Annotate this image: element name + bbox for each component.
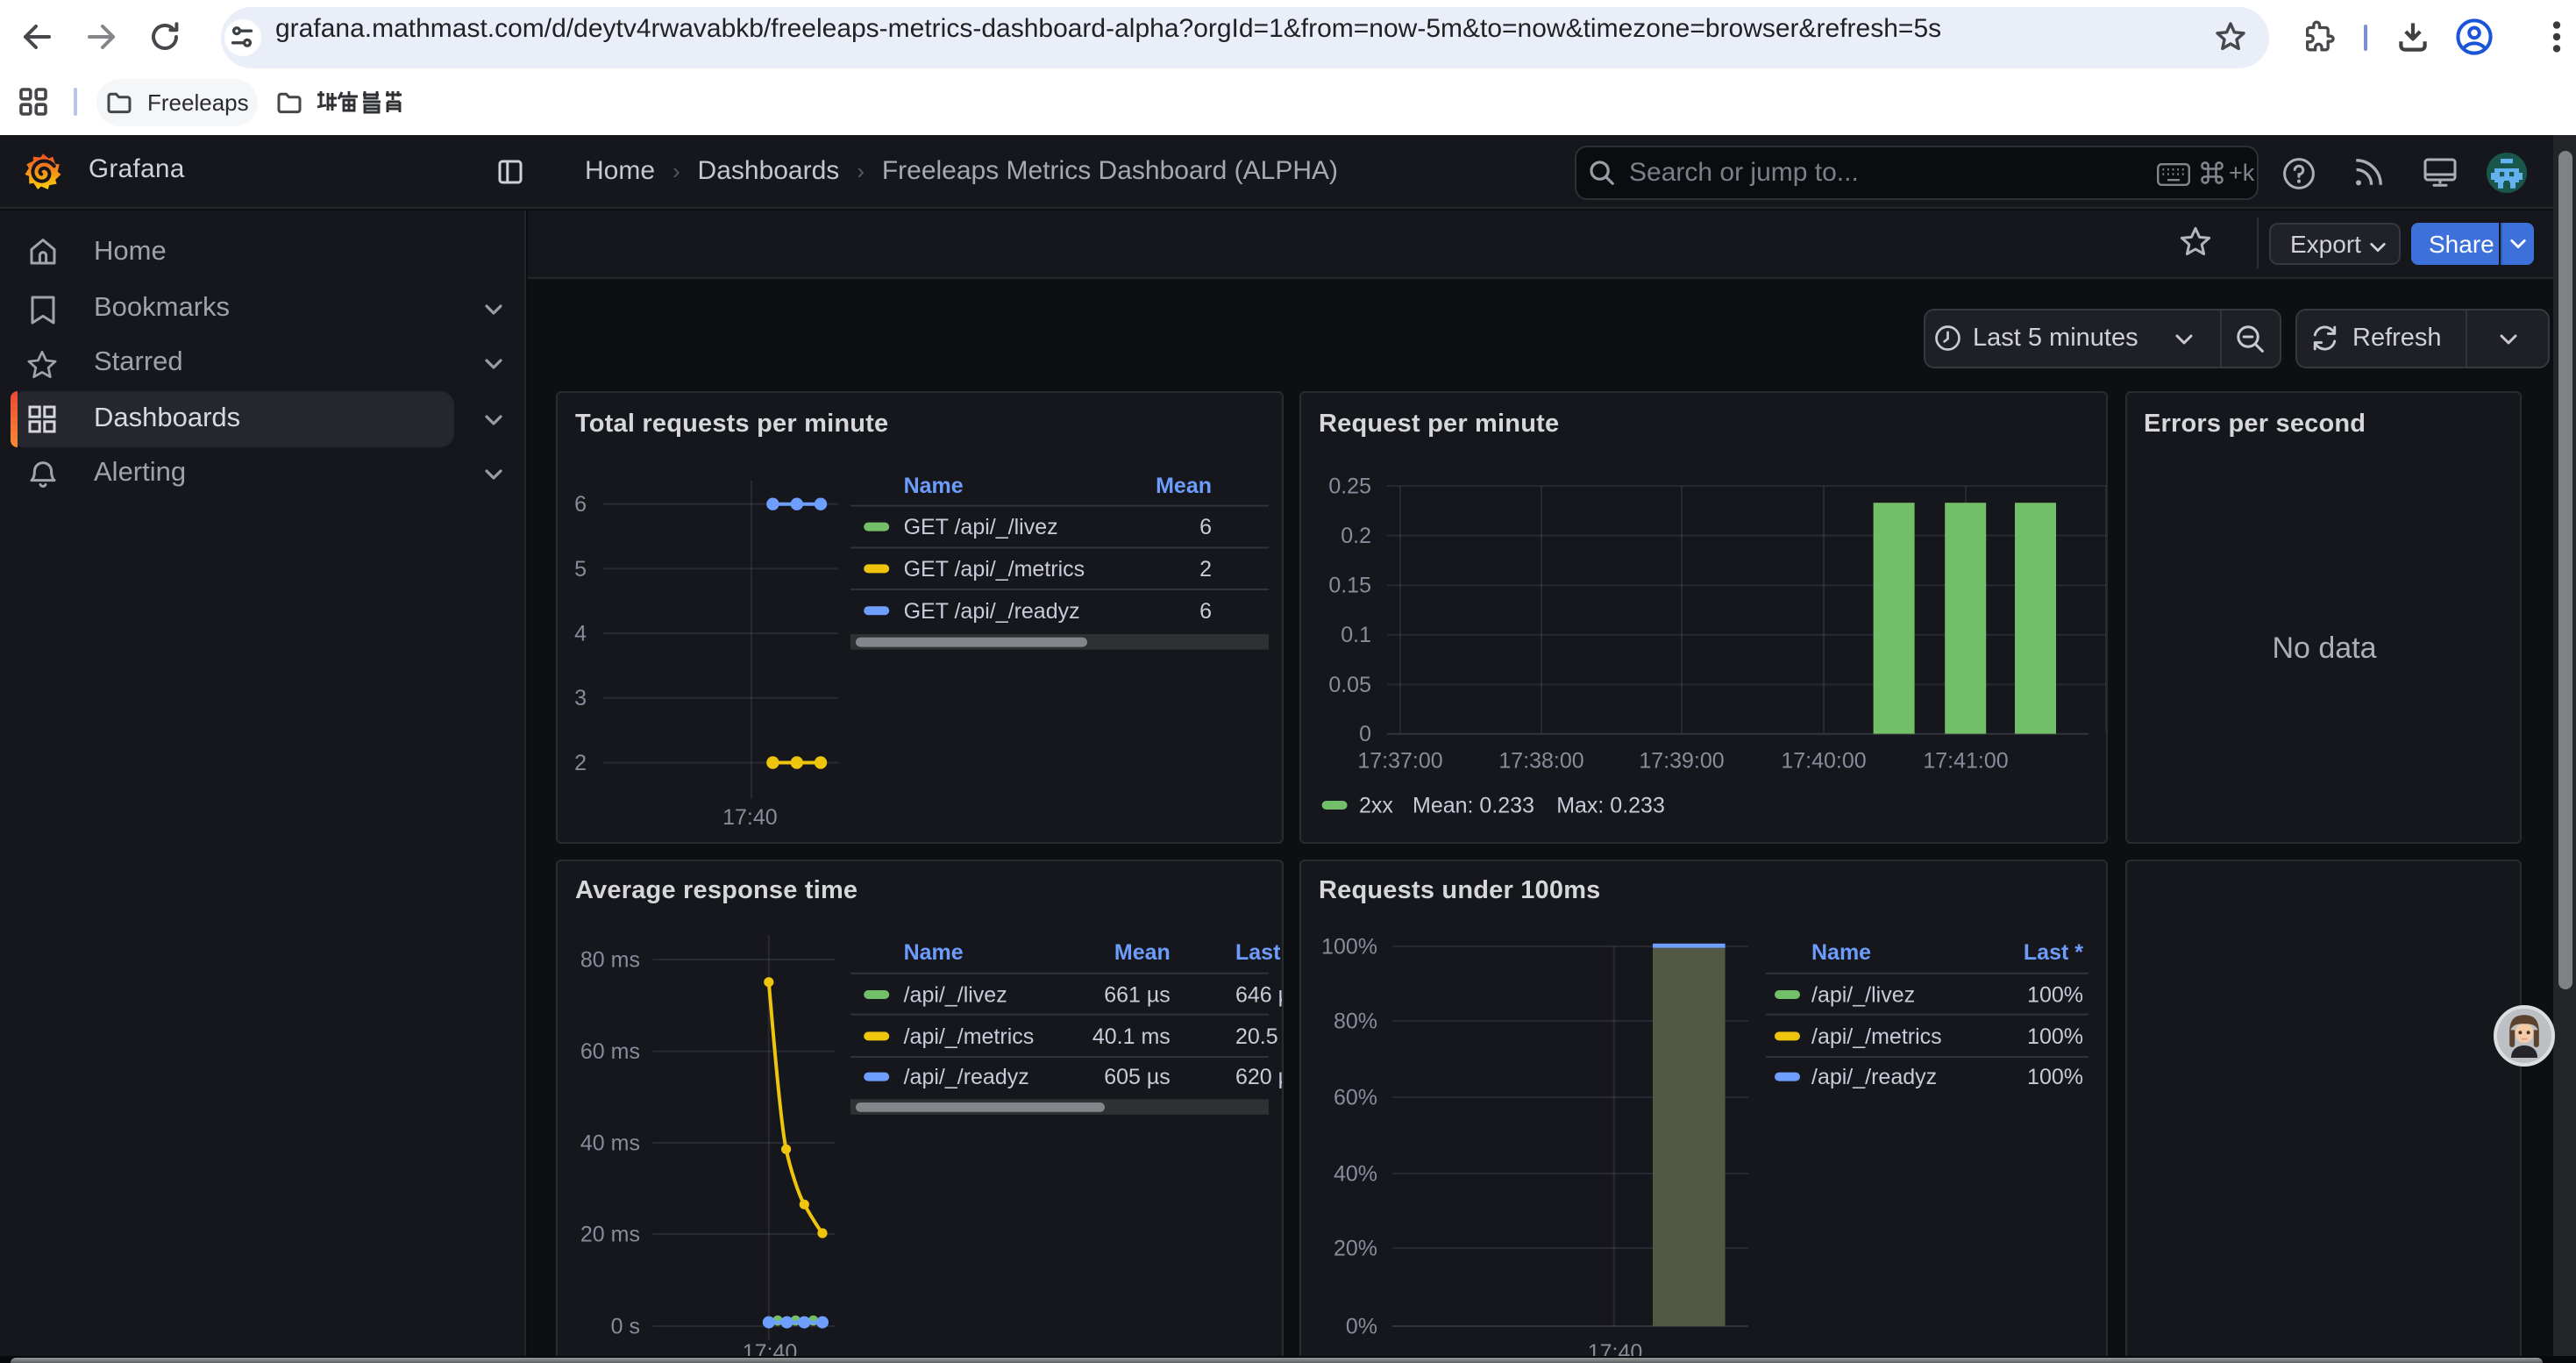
svg-text:/api/_/metrics: /api/_/metrics: [1811, 1024, 1942, 1048]
svg-text:0%: 0%: [1346, 1313, 1377, 1338]
svg-text:/api/_/readyz: /api/_/readyz: [1811, 1064, 1937, 1088]
svg-text:0.05: 0.05: [1328, 673, 1371, 697]
svg-text:Name: Name: [904, 474, 964, 498]
svg-text:40.1 ms: 40.1 ms: [1092, 1024, 1171, 1048]
svg-text:5: 5: [574, 557, 587, 582]
svg-text:0 s: 0 s: [611, 1313, 640, 1338]
svg-text:2xx: 2xx: [1359, 794, 1393, 818]
svg-text:100%: 100%: [2027, 1064, 2083, 1088]
svg-text:/api/_/livez: /api/_/livez: [1811, 982, 1915, 1007]
svg-text:Name: Name: [1811, 939, 1871, 964]
svg-text:17:40:00: 17:40:00: [1781, 749, 1866, 774]
svg-text:GET /api/_/livez: GET /api/_/livez: [904, 515, 1058, 539]
svg-text:0.15: 0.15: [1328, 574, 1371, 598]
svg-text:17:40: 17:40: [722, 805, 778, 830]
svg-text:100%: 100%: [2027, 1024, 2083, 1048]
svg-text:60%: 60%: [1334, 1084, 1377, 1109]
svg-text:605 µs: 605 µs: [1104, 1064, 1171, 1088]
svg-text:646 µs: 646 µs: [1235, 982, 1282, 1007]
svg-text:17:41:00: 17:41:00: [1923, 749, 2008, 774]
svg-text:0.2: 0.2: [1341, 524, 1371, 548]
svg-text:100%: 100%: [2027, 982, 2083, 1007]
svg-text:40%: 40%: [1334, 1160, 1377, 1185]
svg-text:80%: 80%: [1334, 1008, 1377, 1032]
svg-text:0: 0: [1359, 722, 1371, 746]
svg-text:Name: Name: [904, 939, 964, 964]
svg-text:6: 6: [1199, 515, 1212, 539]
svg-text:GET /api/_/readyz: GET /api/_/readyz: [904, 599, 1080, 624]
svg-text:Mean: Mean: [1156, 474, 1212, 498]
svg-text:0.1: 0.1: [1341, 623, 1371, 647]
svg-text:20.5 ms: 20.5 ms: [1235, 1024, 1282, 1048]
svg-text:620 µs: 620 µs: [1235, 1064, 1282, 1088]
svg-text:/api/_/livez: /api/_/livez: [904, 982, 1007, 1007]
svg-text:661 µs: 661 µs: [1104, 982, 1171, 1007]
svg-text:Last *: Last *: [1235, 939, 1282, 964]
svg-text:0.25: 0.25: [1328, 474, 1371, 498]
svg-text:Max: 0.233: Max: 0.233: [1556, 794, 1665, 818]
svg-text:6: 6: [1199, 599, 1212, 624]
svg-text:/api/_/metrics: /api/_/metrics: [904, 1024, 1035, 1048]
svg-text:GET /api/_/metrics: GET /api/_/metrics: [904, 557, 1085, 582]
svg-text:20 ms: 20 ms: [580, 1221, 640, 1245]
svg-text:20%: 20%: [1334, 1235, 1377, 1260]
svg-text:2: 2: [1199, 557, 1212, 582]
svg-text:100%: 100%: [1321, 933, 1377, 958]
svg-text:3: 3: [574, 686, 587, 710]
svg-text:Last *: Last *: [2024, 939, 2083, 964]
svg-text:Mean: Mean: [1114, 939, 1171, 964]
svg-text:40 ms: 40 ms: [580, 1130, 640, 1154]
svg-text:80 ms: 80 ms: [580, 946, 640, 971]
svg-text:4: 4: [574, 621, 587, 646]
svg-text:17:38:00: 17:38:00: [1498, 749, 1583, 774]
svg-text:60 ms: 60 ms: [580, 1038, 640, 1063]
svg-text:Mean: 0.233: Mean: 0.233: [1413, 794, 1534, 818]
svg-text:2: 2: [574, 751, 587, 775]
svg-text:17:37:00: 17:37:00: [1357, 749, 1442, 774]
svg-text:6: 6: [574, 492, 587, 517]
svg-text:17:39:00: 17:39:00: [1639, 749, 1724, 774]
svg-text:/api/_/readyz: /api/_/readyz: [904, 1064, 1029, 1088]
